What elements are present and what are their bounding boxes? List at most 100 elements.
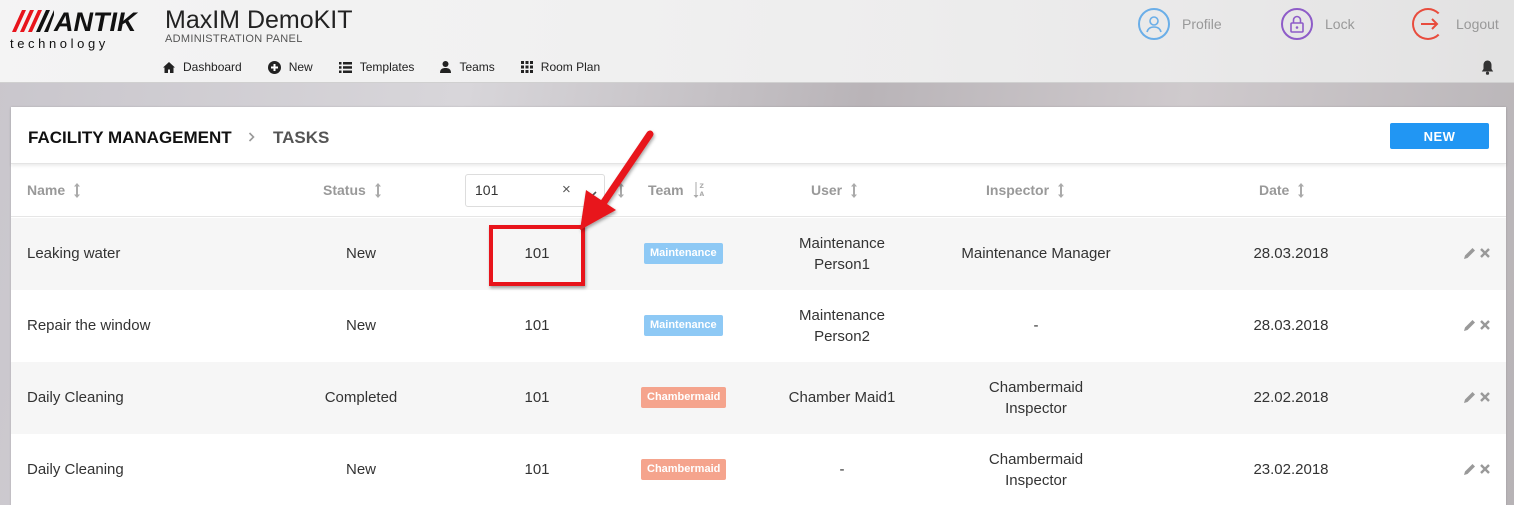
task-room: 101 — [524, 389, 550, 406]
pencil-icon[interactable] — [1464, 319, 1476, 331]
pencil-icon[interactable] — [1464, 463, 1476, 475]
team-badge: Maintenance — [644, 315, 723, 336]
tasks-panel: FACILITY MANAGEMENT TASKS NEW Name Statu… — [11, 107, 1506, 505]
panel-header: FACILITY MANAGEMENT TASKS NEW — [11, 107, 1506, 164]
nav-new[interactable]: New — [267, 60, 313, 74]
task-inspector-line1: - — [1033, 317, 1039, 334]
close-icon[interactable] — [1480, 320, 1490, 330]
column-inspector-label: Inspector — [986, 182, 1050, 198]
nav-new-label: New — [288, 60, 313, 74]
app-subtitle: ADMINISTRATION PANEL — [165, 33, 303, 45]
breadcrumb-separator — [248, 129, 256, 145]
task-inspector-line2: Inspector — [1005, 472, 1067, 489]
task-name: Daily Cleaning — [27, 389, 124, 406]
sort-icon — [1298, 182, 1305, 198]
task-status: New — [345, 461, 376, 478]
row-actions — [1460, 391, 1490, 403]
logo-subtext: technology — [10, 36, 109, 51]
sort-alpha-desc-icon: ZA — [693, 182, 705, 198]
table-row[interactable]: Daily Cleaning New 101 Chambermaid - Cha… — [11, 434, 1506, 505]
row-actions — [1460, 463, 1490, 475]
task-user-line1: Chamber Maid1 — [788, 389, 896, 406]
column-date-label: Date — [1259, 182, 1290, 198]
team-badge: Chambermaid — [641, 387, 727, 408]
breadcrumb-page: TASKS — [273, 128, 330, 147]
task-date: 23.02.2018 — [1253, 461, 1329, 478]
logo-text: ANTIK — [54, 7, 137, 37]
task-inspector: Chambermaid Inspector — [931, 449, 1141, 491]
pencil-icon[interactable] — [1464, 247, 1476, 259]
pencil-icon[interactable] — [1464, 391, 1476, 403]
nav-room-plan-label: Room Plan — [540, 60, 601, 74]
task-date: 22.02.2018 — [1253, 389, 1329, 406]
row-actions — [1460, 247, 1490, 259]
logout-icon — [1412, 8, 1444, 40]
column-date[interactable]: Date — [1259, 182, 1305, 198]
table-row[interactable]: Repair the window New 101 Maintenance Ma… — [11, 290, 1506, 362]
task-name: Leaking water — [27, 245, 121, 262]
logout-button[interactable]: Logout — [1412, 7, 1499, 41]
task-room: 101 — [524, 461, 550, 478]
nav-templates[interactable]: Templates — [338, 60, 415, 74]
row-actions — [1460, 319, 1490, 331]
task-user: Chamber Maid1 — [762, 387, 922, 408]
sort-icon — [851, 182, 858, 198]
logo-stripes-icon — [12, 10, 54, 32]
team-badge: Maintenance — [644, 243, 723, 264]
column-name-label: Name — [27, 182, 66, 198]
list-icon — [338, 61, 352, 73]
nav-teams-label: Teams — [459, 60, 495, 74]
user-icon — [1138, 8, 1170, 40]
task-room: 101 — [524, 317, 550, 334]
breadcrumb-section[interactable]: FACILITY MANAGEMENT — [28, 128, 232, 148]
task-name: Repair the window — [27, 317, 151, 334]
table-row[interactable]: Leaking water New 101 Maintenance Mainte… — [11, 218, 1506, 290]
main-nav: Dashboard New Templates Teams Room Plan — [163, 58, 626, 76]
task-inspector-line1: Chambermaid — [988, 379, 1084, 396]
close-icon[interactable] — [1480, 392, 1490, 402]
lock-label: Lock — [1325, 16, 1355, 32]
task-user-line2: Person1 — [814, 256, 870, 273]
close-icon[interactable] — [1480, 248, 1490, 258]
task-inspector-line1: Maintenance Manager — [961, 245, 1111, 262]
bell-icon[interactable] — [1481, 60, 1494, 80]
nav-templates-label: Templates — [359, 60, 415, 74]
profile-button[interactable]: Profile — [1138, 7, 1222, 41]
task-inspector-line2: Inspector — [1005, 400, 1067, 417]
task-inspector: - — [931, 315, 1141, 336]
annotation-arrow-icon — [580, 130, 654, 230]
close-icon[interactable] — [1480, 464, 1490, 474]
column-user[interactable]: User — [811, 182, 858, 198]
profile-label: Profile — [1182, 16, 1222, 32]
chevron-right-icon — [248, 132, 255, 142]
new-task-button[interactable]: NEW — [1390, 123, 1489, 149]
task-user-line1: Maintenance — [799, 307, 885, 324]
task-date: 28.03.2018 — [1253, 245, 1329, 262]
column-name[interactable]: Name — [27, 182, 81, 198]
column-inspector[interactable]: Inspector — [986, 182, 1065, 198]
logout-label: Logout — [1456, 16, 1499, 32]
task-user-line2: Person2 — [814, 328, 870, 345]
room-filter-value: 101 — [475, 182, 499, 198]
lock-icon — [1281, 8, 1313, 40]
nav-dashboard[interactable]: Dashboard — [163, 60, 242, 74]
user-icon — [440, 61, 452, 73]
task-inspector-line1: Chambermaid — [988, 451, 1084, 468]
task-status: New — [345, 317, 376, 334]
nav-dashboard-label: Dashboard — [183, 60, 242, 74]
task-status: New — [345, 245, 376, 262]
task-status: Completed — [324, 389, 398, 406]
lock-button[interactable]: Lock — [1281, 7, 1355, 41]
column-status-label: Status — [323, 182, 366, 198]
task-name: Daily Cleaning — [27, 461, 124, 478]
table-row[interactable]: Daily Cleaning Completed 101 Chambermaid… — [11, 362, 1506, 434]
plus-circle-icon — [267, 60, 281, 74]
svg-text:A: A — [699, 191, 704, 198]
task-user-line1: - — [839, 461, 845, 478]
column-status[interactable]: Status — [323, 182, 381, 198]
nav-room-plan[interactable]: Room Plan — [520, 60, 601, 74]
sort-icon — [74, 182, 81, 198]
sort-icon — [374, 182, 381, 198]
nav-teams[interactable]: Teams — [440, 60, 495, 74]
sort-icon — [1058, 182, 1065, 198]
